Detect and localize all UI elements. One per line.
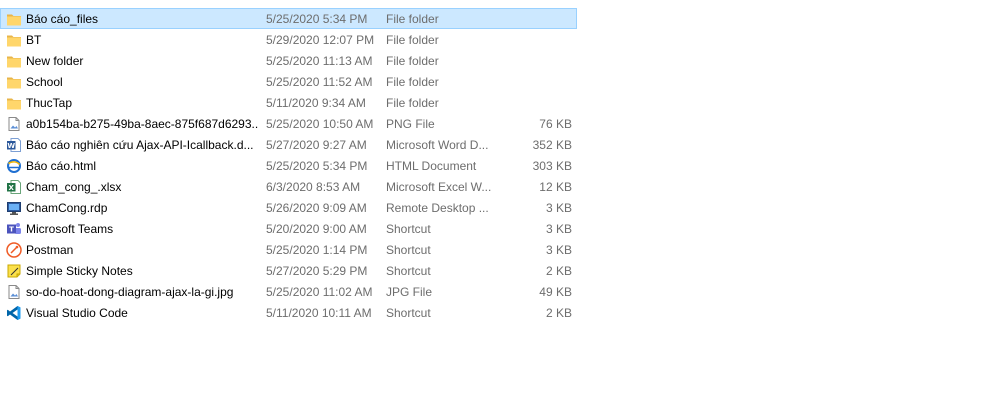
file-type: Shortcut: [386, 222, 431, 236]
file-name: Postman: [26, 243, 74, 257]
file-date-modified: 6/3/2020 8:53 AM: [266, 180, 361, 194]
html-document-icon: [6, 158, 22, 174]
file-date-modified: 5/29/2020 12:07 PM: [266, 33, 375, 47]
file-type: Remote Desktop ...: [386, 201, 489, 215]
file-row[interactable]: Visual Studio Code 5/11/2020 10:11 AM Sh…: [0, 302, 577, 323]
file-row[interactable]: School 5/25/2020 11:52 AM File folder: [0, 71, 577, 92]
folder-icon: [6, 32, 22, 48]
file-name: Simple Sticky Notes: [26, 264, 133, 278]
svg-text:X: X: [9, 184, 15, 192]
file-row[interactable]: X Cham_cong_.xlsx 6/3/2020 8:53 AM Micro…: [0, 176, 577, 197]
file-type: HTML Document: [386, 159, 477, 173]
file-row[interactable]: BT 5/29/2020 12:07 PM File folder: [0, 29, 577, 50]
file-size: 2 KB: [545, 264, 572, 278]
file-name: Báo cáo_files: [26, 12, 99, 26]
file-date-modified: 5/25/2020 11:52 AM: [266, 75, 373, 89]
image-file-icon: [6, 116, 22, 132]
file-row[interactable]: Báo cáo.html 5/25/2020 5:34 PM HTML Docu…: [0, 155, 577, 176]
folder-icon: [6, 11, 22, 27]
file-type: File folder: [386, 75, 439, 89]
file-row[interactable]: so-do-hoat-dong-diagram-ajax-la-gi.jpg 5…: [0, 281, 577, 302]
file-size: 303 KB: [532, 159, 572, 173]
file-type: PNG File: [386, 117, 435, 131]
file-size: 352 KB: [532, 138, 572, 152]
file-name: ChamCong.rdp: [26, 201, 108, 215]
file-date-modified: 5/20/2020 9:00 AM: [266, 222, 367, 236]
file-date-modified: 5/25/2020 5:34 PM: [266, 159, 368, 173]
svg-text:T: T: [9, 226, 14, 234]
file-name: New folder: [26, 54, 84, 68]
file-date-modified: 5/25/2020 5:34 PM: [266, 12, 368, 26]
excel-workbook-icon: X: [6, 179, 22, 195]
folder-icon: [6, 53, 22, 69]
file-type: File folder: [386, 96, 439, 110]
file-name: School: [26, 75, 63, 89]
folder-icon: [6, 95, 22, 111]
file-size: 3 KB: [545, 201, 572, 215]
file-list: Báo cáo_files 5/25/2020 5:34 PM File fol…: [0, 8, 577, 323]
file-type: File folder: [386, 12, 439, 26]
file-size: 12 KB: [539, 180, 572, 194]
image-file-icon: [6, 284, 22, 300]
file-name: Báo cáo.html: [26, 159, 97, 173]
file-name: ThucTap: [26, 96, 73, 110]
file-name: so-do-hoat-dong-diagram-ajax-la-gi.jpg: [26, 285, 234, 299]
vscode-icon: [6, 305, 22, 321]
file-date-modified: 5/25/2020 11:02 AM: [266, 285, 373, 299]
word-document-icon: W: [6, 137, 22, 153]
file-name: Visual Studio Code: [26, 306, 128, 320]
sticky-notes-icon: [6, 263, 22, 279]
file-type: Microsoft Word D...: [386, 138, 489, 152]
file-row[interactable]: T Microsoft Teams 5/20/2020 9:00 AM Shor…: [0, 218, 577, 239]
file-date-modified: 5/25/2020 11:13 AM: [266, 54, 373, 68]
file-size: 49 KB: [539, 285, 572, 299]
postman-icon: [6, 242, 22, 258]
file-size: 2 KB: [545, 306, 572, 320]
file-date-modified: 5/11/2020 10:11 AM: [266, 306, 372, 320]
file-type: File folder: [386, 54, 439, 68]
folder-icon: [6, 74, 22, 90]
file-row[interactable]: Simple Sticky Notes 5/27/2020 5:29 PM Sh…: [0, 260, 577, 281]
svg-text:W: W: [7, 142, 15, 150]
file-type: Shortcut: [386, 264, 431, 278]
file-date-modified: 5/25/2020 10:50 AM: [266, 117, 374, 131]
file-type: Shortcut: [386, 243, 431, 257]
file-row[interactable]: W Báo cáo nghiên cứu Ajax-API-Icallback.…: [0, 134, 577, 155]
file-type: JPG File: [386, 285, 433, 299]
file-row[interactable]: ThucTap 5/11/2020 9:34 AM File folder: [0, 92, 577, 113]
file-date-modified: 5/27/2020 5:29 PM: [266, 264, 368, 278]
file-row[interactable]: Báo cáo_files 5/25/2020 5:34 PM File fol…: [0, 8, 577, 29]
file-size: 76 KB: [539, 117, 572, 131]
file-type: File folder: [386, 33, 439, 47]
file-date-modified: 5/25/2020 1:14 PM: [266, 243, 368, 257]
file-date-modified: 5/11/2020 9:34 AM: [266, 96, 366, 110]
file-date-modified: 5/27/2020 9:27 AM: [266, 138, 367, 152]
file-type: Shortcut: [386, 306, 431, 320]
file-row[interactable]: ChamCong.rdp 5/26/2020 9:09 AM Remote De…: [0, 197, 577, 218]
file-row[interactable]: New folder 5/25/2020 11:13 AM File folde…: [0, 50, 577, 71]
file-name: Báo cáo nghiên cứu Ajax-API-Icallback.d.…: [26, 138, 254, 152]
file-name: BT: [26, 33, 42, 47]
file-row[interactable]: Postman 5/25/2020 1:14 PM Shortcut 3 KB: [0, 239, 577, 260]
file-name: Cham_cong_.xlsx: [26, 180, 122, 194]
teams-icon: T: [6, 221, 22, 237]
file-name: Microsoft Teams: [26, 222, 114, 236]
file-type: Microsoft Excel W...: [386, 180, 492, 194]
file-name: a0b154ba-b275-49ba-8aec-875f687d6293...: [26, 117, 258, 131]
file-row[interactable]: a0b154ba-b275-49ba-8aec-875f687d6293... …: [0, 113, 577, 134]
remote-desktop-icon: [6, 200, 22, 216]
file-date-modified: 5/26/2020 9:09 AM: [266, 201, 367, 215]
file-size: 3 KB: [545, 243, 572, 257]
file-size: 3 KB: [545, 222, 572, 236]
